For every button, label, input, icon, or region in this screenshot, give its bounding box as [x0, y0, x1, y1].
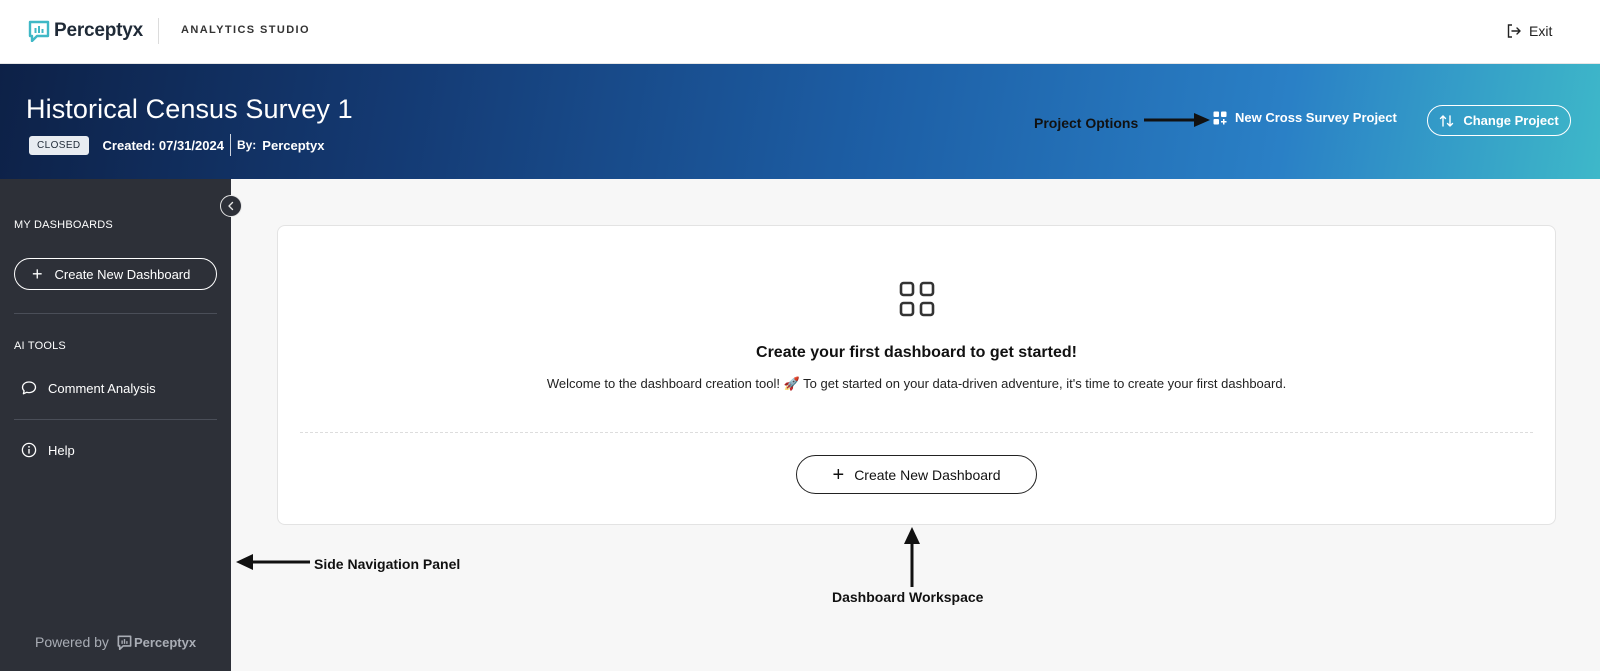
comment-analysis-label: Comment Analysis: [48, 380, 156, 396]
collapse-sidebar-button[interactable]: [220, 195, 242, 217]
create-dashboard-label: Create New Dashboard: [854, 466, 1001, 483]
perceptyx-logo-small-icon: [117, 635, 132, 650]
powered-by-label: Powered by: [35, 634, 109, 650]
exit-button[interactable]: Exit: [1506, 20, 1552, 42]
powered-by-logo: Perceptyx: [117, 635, 196, 650]
swap-icon: [1440, 114, 1454, 127]
empty-state-text: Welcome to the dashboard creation tool! …: [546, 376, 1287, 391]
perceptyx-logo-icon: [28, 20, 50, 42]
exit-icon: [1507, 24, 1521, 38]
side-navigation-panel: [0, 179, 231, 671]
annotation-arrow-right-icon: [1144, 113, 1210, 127]
ai-tools-label: AI TOOLS: [14, 340, 66, 352]
help-label: Help: [48, 442, 75, 458]
status-badge: CLOSED: [29, 135, 89, 155]
by-label: By:: [236, 138, 257, 152]
change-project-label: Change Project: [1463, 113, 1559, 128]
sidebar-item-help[interactable]: Help: [21, 442, 75, 458]
created-date: Created: 07/31/2024: [102, 137, 224, 153]
annotation-arrow-left-icon: [236, 554, 310, 570]
add-grid-icon: [1213, 111, 1227, 124]
perceptyx-logo[interactable]: Perceptyx: [28, 18, 143, 44]
annotation-project-options: Project Options: [1034, 115, 1139, 131]
info-icon: [21, 442, 37, 458]
my-dashboards-label: MY DASHBOARDS: [14, 219, 113, 231]
cross-survey-label: New Cross Survey Project: [1235, 110, 1397, 125]
sidebar-divider: [14, 313, 217, 314]
annotation-dashboard-workspace: Dashboard Workspace: [832, 589, 984, 605]
logo-text: Perceptyx: [54, 20, 144, 41]
dashboard-grid-icon: [899, 281, 935, 317]
topbar-divider: [158, 18, 159, 44]
chat-bubble-icon: [21, 381, 37, 395]
create-new-dashboard-button[interactable]: + Create New Dashboard: [796, 455, 1037, 494]
chevron-left-icon: [228, 201, 234, 211]
sidebar-create-label: Create New Dashboard: [54, 266, 191, 282]
by-value: Perceptyx: [262, 137, 325, 153]
card-divider: [300, 432, 1533, 433]
sidebar-divider: [14, 419, 217, 420]
annotation-arrow-up-icon: [904, 527, 920, 587]
sidebar-create-dashboard-button[interactable]: + Create New Dashboard: [14, 258, 217, 290]
powered-by-logo-text: Perceptyx: [133, 634, 197, 650]
annotation-side-navigation-panel: Side Navigation Panel: [314, 556, 461, 572]
empty-state-heading: Create your first dashboard to get start…: [756, 344, 1077, 361]
meta-divider: [229, 134, 231, 156]
sidebar-item-comment-analysis[interactable]: Comment Analysis: [21, 380, 156, 396]
powered-by: Powered by Perceptyx: [35, 634, 196, 650]
new-cross-survey-project-button[interactable]: New Cross Survey Project: [1213, 110, 1397, 125]
top-bar: Perceptyx ANALYTICS STUDIO Exit: [0, 0, 1600, 64]
analytics-studio-label: ANALYTICS STUDIO: [181, 24, 310, 36]
project-title: Historical Census Survey 1: [26, 94, 353, 124]
change-project-button[interactable]: Change Project: [1427, 105, 1571, 136]
plus-icon: +: [832, 463, 845, 486]
exit-label: Exit: [1529, 23, 1553, 39]
project-meta: CLOSED Created: 07/31/2024 By: Perceptyx: [29, 134, 324, 156]
plus-icon: +: [32, 264, 43, 284]
